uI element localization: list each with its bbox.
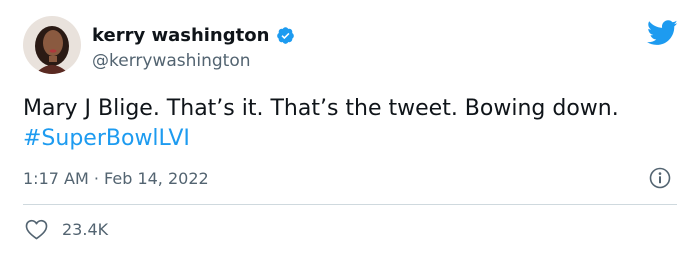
meta-separator: · xyxy=(88,169,105,188)
author-name-row: kerry washington xyxy=(92,23,295,47)
hashtag-link[interactable]: #SuperBowlLVI xyxy=(23,126,190,151)
like-button[interactable]: 23.4K xyxy=(25,219,108,240)
author-handle[interactable]: @kerrywashington xyxy=(92,51,251,71)
tweet-time[interactable]: 1:17 AM xyxy=(23,169,89,188)
author-display-name[interactable]: kerry washington xyxy=(92,25,269,46)
avatar[interactable] xyxy=(23,16,81,74)
verified-badge-icon xyxy=(276,26,295,45)
tweet-timestamp: 1:17 AM · Feb 14, 2022 xyxy=(23,169,209,188)
tweet-body: Mary J Blige. That’s it. That’s the twee… xyxy=(23,96,619,121)
tweet-text: Mary J Blige. That’s it. That’s the twee… xyxy=(23,94,663,154)
tweet-card: kerry washington @kerrywashington Mary J… xyxy=(0,0,700,257)
like-count: 23.4K xyxy=(62,220,109,239)
info-icon[interactable] xyxy=(649,167,671,189)
divider xyxy=(23,204,677,205)
tweet-date[interactable]: Feb 14, 2022 xyxy=(104,169,209,188)
heart-icon xyxy=(25,219,48,240)
twitter-bird-icon[interactable] xyxy=(647,20,678,46)
